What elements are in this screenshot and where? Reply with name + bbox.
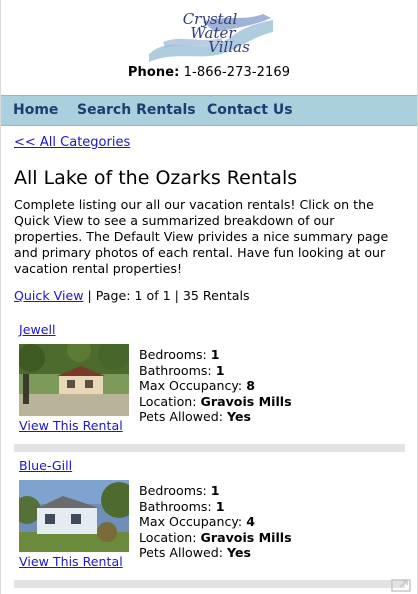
- view-rental-link[interactable]: View This Rental: [19, 418, 123, 433]
- rental-separator: [14, 580, 405, 588]
- external-share-icon[interactable]: [391, 578, 413, 592]
- rental-details: Bedrooms: 1 Bathrooms: 1 Max Occupancy: …: [139, 483, 292, 561]
- rental-photo-image: [19, 480, 129, 552]
- occupancy-label: Max Occupancy:: [139, 378, 243, 393]
- nav-search-rentals[interactable]: Search Rentals: [77, 102, 196, 118]
- pets-label: Pets Allowed:: [139, 545, 223, 560]
- bedrooms-value: 1: [210, 483, 220, 498]
- intro-text: Complete listing our all our vacation re…: [14, 197, 389, 276]
- location-label: Location:: [139, 393, 197, 409]
- listing-toolbar: Quick View | Page: 1 of 1 | 35 Rentals: [14, 288, 250, 303]
- location-value: Gravois Mills: [200, 393, 292, 409]
- bedrooms-value: 1: [210, 347, 220, 362]
- location-label: Location:: [139, 529, 197, 545]
- site-logo[interactable]: Crystal Water Villas: [143, 12, 275, 64]
- pets-value: Yes: [227, 545, 252, 560]
- quick-view-link[interactable]: Quick View: [14, 288, 84, 303]
- page: Crystal Water Villas Phone: 1-866-273-21…: [0, 0, 418, 594]
- logo-text: Crystal Water Villas: [143, 12, 275, 56]
- occupancy-value: 4: [246, 514, 255, 529]
- pets-value: Yes: [227, 409, 252, 424]
- rental-name-link[interactable]: Blue-Gill: [19, 458, 72, 473]
- pets-label: Pets Allowed:: [139, 409, 223, 424]
- bathrooms-value: 1: [215, 498, 225, 514]
- rental-photo[interactable]: [19, 480, 129, 552]
- rental-name-link[interactable]: Jewell: [19, 322, 56, 337]
- location-value: Gravois Mills: [200, 529, 292, 545]
- rental-photo[interactable]: [19, 344, 129, 416]
- nav-home[interactable]: Home: [13, 102, 58, 118]
- logo-line-3: Villas: [208, 38, 250, 56]
- page-title: All Lake of the Ozarks Rentals: [14, 167, 298, 189]
- bedrooms-label: Bedrooms:: [139, 483, 207, 498]
- bathrooms-label: Bathrooms:: [139, 362, 212, 378]
- bathrooms-label: Bathrooms:: [139, 498, 212, 514]
- bathrooms-value: 1: [215, 362, 225, 378]
- rental-details: Bedrooms: 1 Bathrooms: 1 Max Occupancy: …: [139, 347, 292, 425]
- rental-photo-image: [19, 344, 129, 416]
- occupancy-value: 8: [246, 378, 255, 393]
- back-to-categories-link[interactable]: << All Categories: [14, 135, 130, 150]
- site-header: Crystal Water Villas Phone: 1-866-273-21…: [1, 0, 417, 95]
- main-nav: Home Search Rentals Contact Us: [1, 95, 417, 126]
- rental-separator: [14, 444, 405, 452]
- phone-number[interactable]: 1-866-273-2169: [184, 65, 290, 80]
- phone-label: Phone:: [127, 65, 180, 80]
- page-info: | Page: 1 of 1 | 35 Rentals: [83, 288, 250, 303]
- bedrooms-label: Bedrooms:: [139, 347, 207, 362]
- nav-contact-us[interactable]: Contact Us: [207, 102, 293, 118]
- occupancy-label: Max Occupancy:: [139, 514, 243, 529]
- view-rental-link[interactable]: View This Rental: [19, 554, 123, 569]
- phone-line: Phone: 1-866-273-2169: [1, 65, 417, 80]
